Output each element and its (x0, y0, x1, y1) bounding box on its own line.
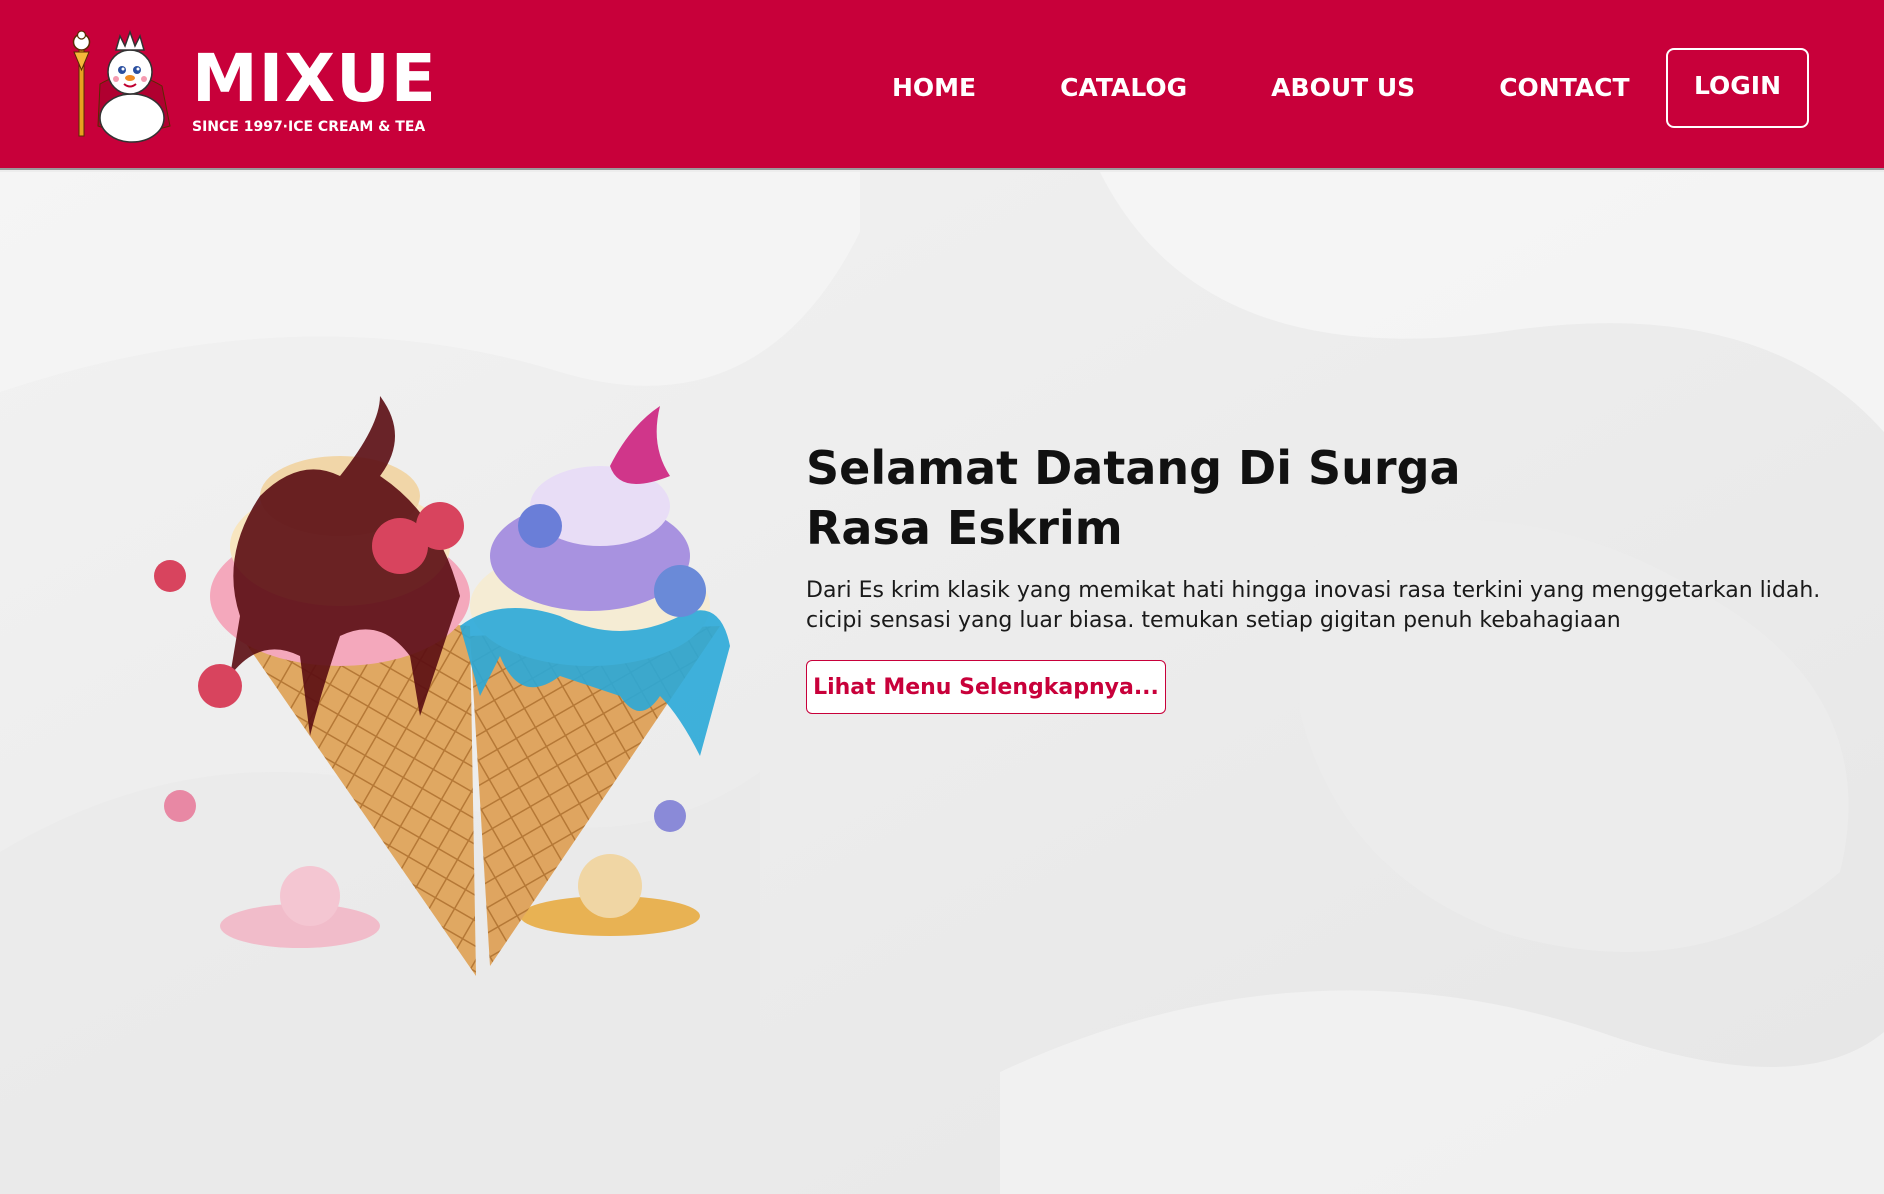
main-nav: HOME CATALOG ABOUT US CONTACT (892, 72, 1630, 104)
hero-section: Selamat Datang Di Surga Rasa Eskrim Dari… (806, 438, 1820, 714)
nav-catalog[interactable]: CATALOG (1060, 72, 1187, 104)
hero-description-line-1: Dari Es krim klasik yang memikat hati hi… (806, 578, 1821, 603)
login-button[interactable]: LOGIN (1666, 48, 1809, 128)
nav-contact[interactable]: CONTACT (1499, 72, 1629, 104)
brand-logo[interactable]: MIXUE SINCE 1997·ICE CREAM & TEA (70, 26, 437, 144)
brand-tagline: SINCE 1997·ICE CREAM & TEA (192, 119, 426, 135)
view-menu-button[interactable]: Lihat Menu Selengkapnya... (806, 660, 1166, 714)
site-header: MIXUE SINCE 1997·ICE CREAM & TEA HOME CA… (0, 0, 1884, 170)
ice-cream-cones-icon (154, 396, 730, 976)
hero-title: Selamat Datang Di Surga Rasa Eskrim (806, 441, 1461, 555)
nav-about-us[interactable]: ABOUT US (1271, 72, 1415, 104)
nav-home[interactable]: HOME (892, 72, 976, 104)
hero-description: Dari Es krim klasik yang memikat hati hi… (806, 576, 1821, 636)
snowman-king-mascot-icon (72, 29, 171, 143)
brand-name: MIXUE (192, 40, 437, 117)
hero-description-line-2: cicipi sensasi yang luar biasa. temukan … (806, 608, 1621, 633)
